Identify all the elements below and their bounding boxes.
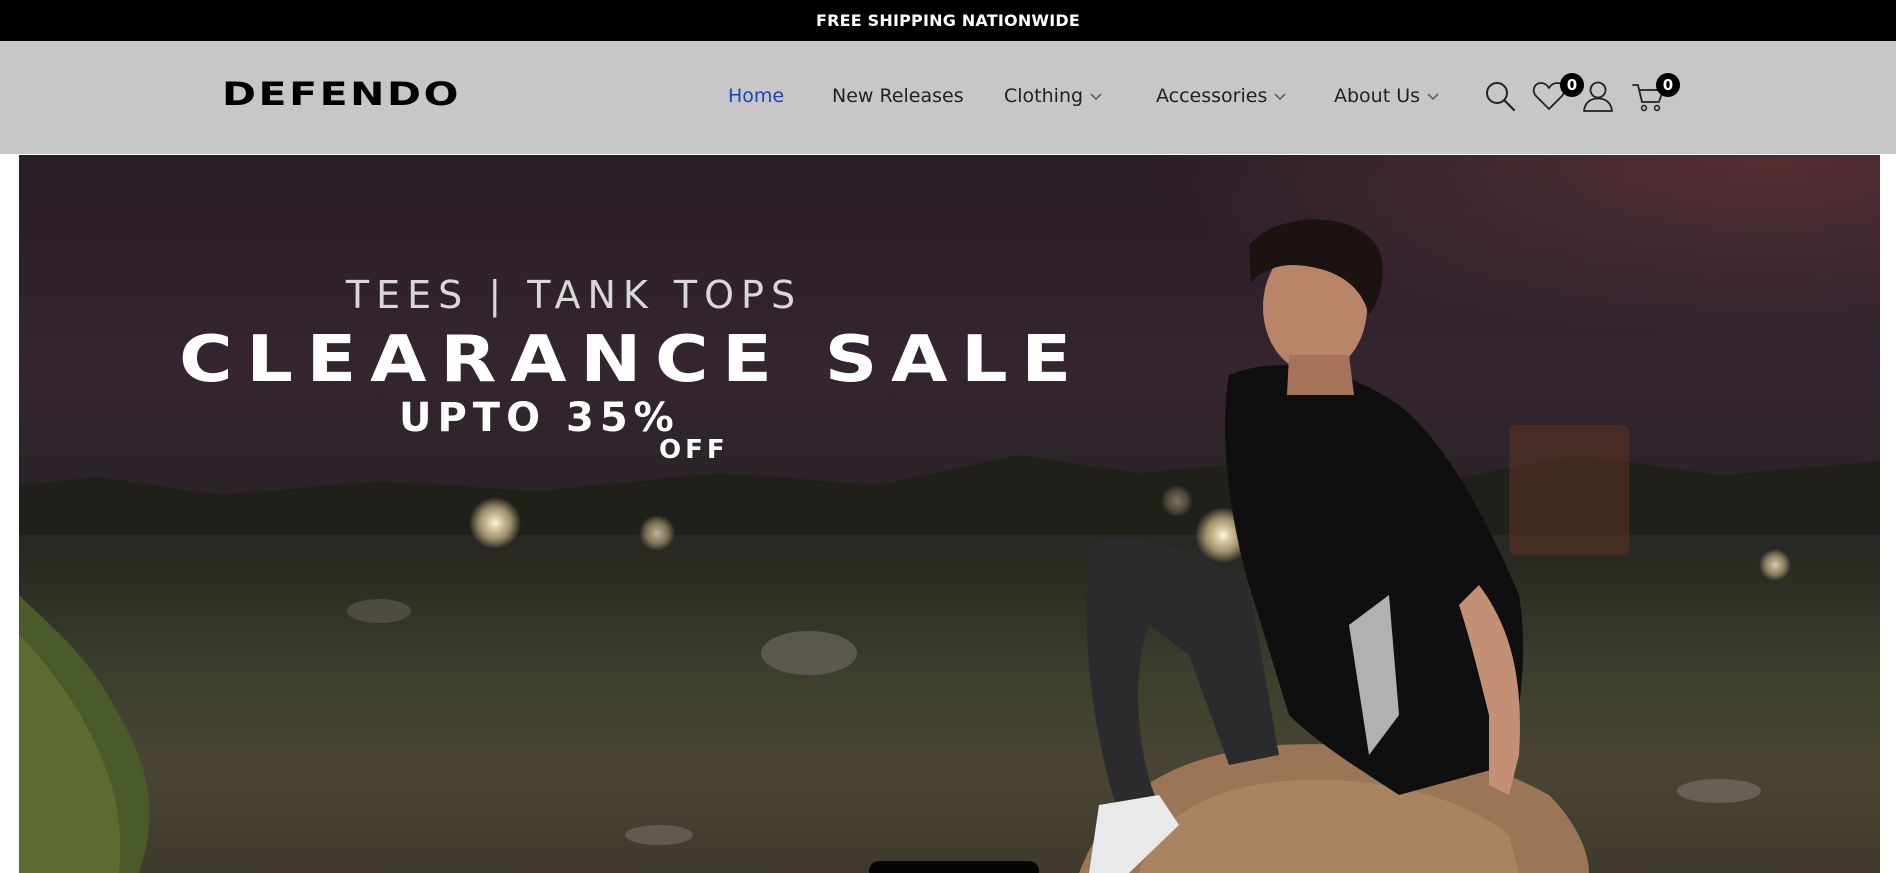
nav-item-about-us[interactable]: About Us [1334,85,1440,107]
nav-item-label: About Us [1334,85,1421,107]
site-header: DEFENDO Home New Releases Clothing Acces… [0,41,1896,154]
nav-item-new-releases[interactable]: New Releases [832,85,964,107]
chevron-down-icon [1427,93,1439,101]
nav-item-home[interactable]: Home [728,85,784,107]
nav-item-accessories[interactable]: Accessories [1156,85,1287,107]
nav-item-clothing[interactable]: Clothing [1004,85,1103,107]
user-icon[interactable] [1582,80,1614,112]
nav-item-label: New Releases [832,85,964,107]
hero-background-photo [19,219,1880,873]
wishlist-count-badge: 0 [1560,73,1584,97]
chevron-down-icon [1090,93,1102,101]
search-icon[interactable] [1484,80,1516,112]
hero-subtitle: TEES | TANK TOPS [345,273,803,317]
hero-title: CLEARANCE SALE [179,323,1085,397]
nav-item-label: Accessories [1156,85,1268,107]
brand-logo[interactable]: DEFENDO [222,75,461,113]
hero-banner[interactable]: TEES | TANK TOPS CLEARANCE SALE UPTO 35%… [19,155,1880,873]
announcement-bar: FREE SHIPPING NATIONWIDE [0,0,1896,41]
hero-offer-suffix: OFF [659,435,729,465]
chevron-down-icon [1274,93,1286,101]
nav-item-label: Clothing [1004,85,1084,107]
nav-item-label: Home [728,85,785,107]
hero-offer-line: UPTO 35% [399,395,680,441]
cart-count-badge: 0 [1656,73,1680,97]
announcement-text: FREE SHIPPING NATIONWIDE [815,11,1081,30]
